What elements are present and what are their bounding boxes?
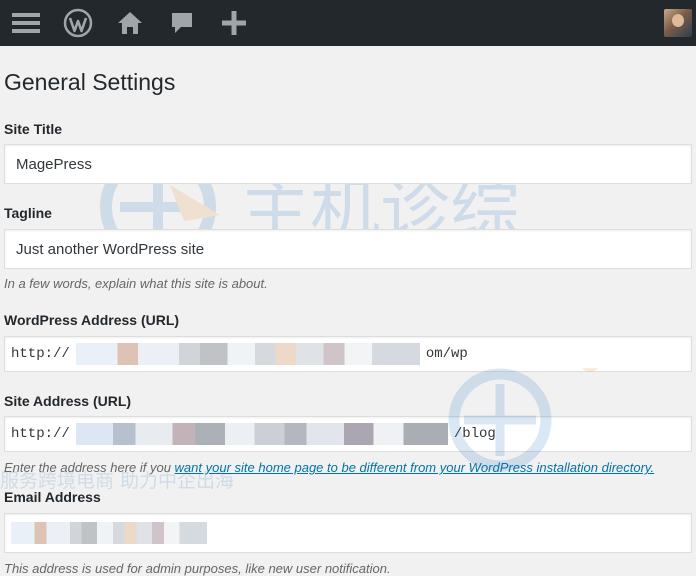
site-address-prefix: http:// xyxy=(11,426,70,443)
site-address-row: Site Address (URL) http:// /blog Enter t… xyxy=(4,393,692,476)
tagline-label: Tagline xyxy=(4,205,52,222)
wordpress-address-row: WordPress Address (URL) http:// om/wp xyxy=(4,312,692,372)
email-address-redacted xyxy=(11,521,207,544)
settings-content: General Settings Site Title MagePress Ta… xyxy=(0,46,696,576)
tagline-input[interactable]: Just another WordPress site xyxy=(4,229,692,270)
page-title: General Settings xyxy=(4,69,176,95)
site-home-different-link[interactable]: want your site home page to be different… xyxy=(175,460,655,475)
site-address-label: Site Address (URL) xyxy=(4,392,132,409)
wordpress-address-label: WordPress Address (URL) xyxy=(4,311,180,328)
email-address-description: This address is used for admin purposes,… xyxy=(4,560,391,576)
wordpress-address-redacted xyxy=(75,342,420,365)
wordpress-address-input[interactable]: http:// om/wp xyxy=(4,335,692,372)
tagline-row: Tagline Just another WordPress site In a… xyxy=(4,205,692,291)
tagline-value: Just another WordPress site xyxy=(16,240,205,258)
email-address-input[interactable] xyxy=(4,512,692,553)
site-title-input[interactable]: MagePress xyxy=(4,144,692,185)
email-address-label: Email Address xyxy=(4,488,101,505)
site-address-suffix: /blog xyxy=(453,426,496,443)
user-avatar[interactable] xyxy=(664,9,692,37)
comments-icon[interactable] xyxy=(156,0,208,46)
site-title-value: MagePress xyxy=(16,155,92,173)
wordpress-address-prefix: http:// xyxy=(11,345,70,362)
tagline-description: In a few words, explain what this site i… xyxy=(4,276,268,292)
site-address-input[interactable]: http:// /blog xyxy=(4,416,692,453)
site-address-redacted xyxy=(75,423,448,446)
email-address-row: Email Address This address is used for a… xyxy=(4,489,692,576)
home-icon[interactable] xyxy=(104,0,156,46)
menu-icon[interactable] xyxy=(0,0,52,46)
add-new-icon[interactable] xyxy=(208,0,260,46)
admin-bar xyxy=(0,0,696,46)
wordpress-address-suffix: om/wp xyxy=(425,345,468,362)
site-title-label: Site Title xyxy=(4,120,63,137)
site-address-description-text: Enter the address here if you xyxy=(4,460,175,476)
site-address-description: Enter the address here if you want your … xyxy=(4,460,692,476)
site-title-row: Site Title MagePress xyxy=(4,121,692,185)
wordpress-logo-icon[interactable] xyxy=(52,0,104,46)
